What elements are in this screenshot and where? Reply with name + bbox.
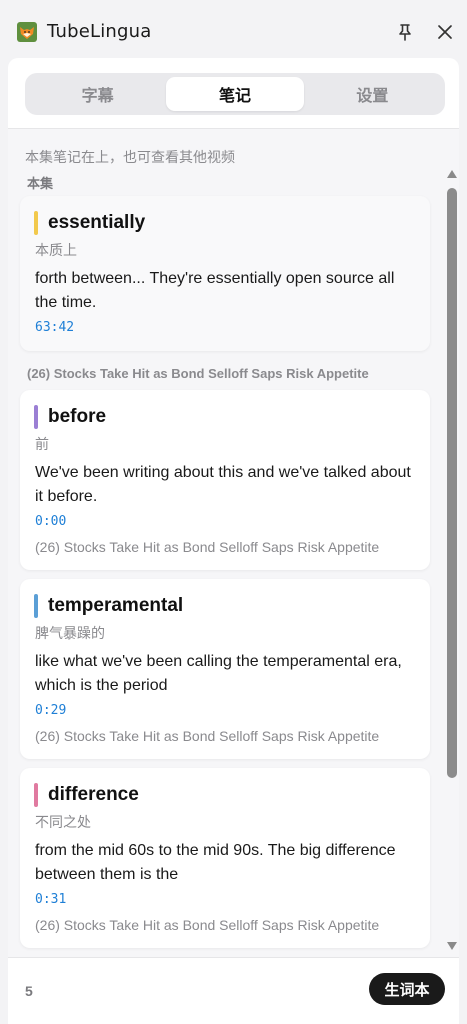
- tab-settings[interactable]: 设置: [304, 77, 441, 111]
- note-card[interactable]: temperamental 脾气暴躁的 like what we've been…: [20, 579, 430, 759]
- note-word: essentially: [48, 212, 146, 233]
- footer-bar: 5 生词本: [8, 957, 459, 1024]
- notes-hint: 本集笔记在上，也可查看其他视频: [25, 150, 235, 166]
- accent-bar: [34, 783, 38, 807]
- note-timestamp[interactable]: 0:31: [35, 892, 66, 907]
- video-group-label: (26) Stocks Take Hit as Bond Selloff Sap…: [27, 366, 369, 381]
- note-timestamp[interactable]: 0:29: [35, 703, 66, 718]
- note-word: temperamental: [48, 595, 184, 616]
- scroll-down-arrow-icon[interactable]: [447, 942, 457, 950]
- note-sentence: We've been writing about this and we've …: [35, 464, 411, 505]
- note-sentence: forth between... They're essentially ope…: [35, 270, 395, 311]
- scroll-up-arrow-icon[interactable]: [447, 170, 457, 178]
- note-count: 5: [25, 983, 33, 999]
- scrollbar[interactable]: [444, 166, 460, 956]
- note-timestamp[interactable]: 63:42: [35, 320, 74, 335]
- note-word: difference: [48, 784, 139, 805]
- note-word: before: [48, 406, 107, 427]
- note-source: (26) Stocks Take Hit as Bond Selloff Sap…: [35, 917, 380, 933]
- note-source: (26) Stocks Take Hit as Bond Selloff Sap…: [35, 539, 380, 555]
- note-meaning: 本质上: [35, 243, 77, 259]
- note-card[interactable]: before 前 We've been writing about this a…: [20, 390, 430, 570]
- close-icon[interactable]: [436, 23, 454, 41]
- note-card[interactable]: difference 不同之处 from the mid 60s to the …: [20, 768, 430, 948]
- note-source: (26) Stocks Take Hit as Bond Selloff Sap…: [35, 728, 380, 744]
- pin-icon[interactable]: [395, 22, 415, 42]
- tab-subtitles[interactable]: 字幕: [29, 77, 166, 111]
- vocabulary-book-button[interactable]: 生词本: [369, 973, 445, 1005]
- current-episode-label: 本集: [27, 177, 54, 192]
- tab-notes[interactable]: 笔记: [166, 77, 304, 111]
- note-card[interactable]: essentially 本质上 forth between... They're…: [20, 196, 430, 351]
- title-bar: TubeLingua: [0, 0, 467, 62]
- note-sentence: like what we've been calling the tempera…: [35, 653, 402, 694]
- accent-bar: [34, 405, 38, 429]
- window-title: TubeLingua: [47, 21, 152, 42]
- fox-app-icon: [17, 22, 37, 42]
- notes-list[interactable]: 本集笔记在上，也可查看其他视频 本集 essentially 本质上 forth…: [8, 129, 459, 957]
- note-sentence: from the mid 60s to the mid 90s. The big…: [35, 842, 396, 883]
- tab-bar: 字幕 笔记 设置: [25, 73, 445, 115]
- note-meaning: 前: [35, 437, 49, 453]
- accent-bar: [34, 594, 38, 618]
- scrollbar-thumb[interactable]: [447, 188, 457, 778]
- accent-bar: [34, 211, 38, 235]
- note-meaning: 不同之处: [35, 815, 91, 831]
- note-meaning: 脾气暴躁的: [35, 626, 105, 642]
- note-timestamp[interactable]: 0:00: [35, 514, 66, 529]
